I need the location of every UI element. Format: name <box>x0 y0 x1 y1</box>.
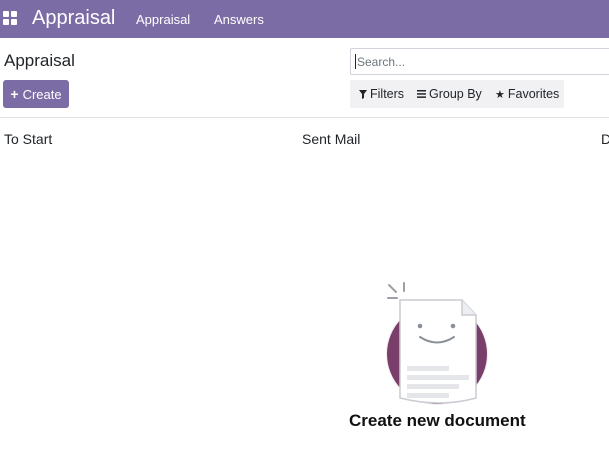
search-options-bar: Filters Group By ★ Favorites <box>350 80 564 108</box>
group-by-label: Group By <box>429 87 482 101</box>
column-title-sent-mail[interactable]: Sent Mail <box>302 131 360 147</box>
sparkle-icon <box>387 282 405 299</box>
search-input[interactable] <box>357 54 597 69</box>
star-icon: ★ <box>495 88 505 101</box>
apps-menu-icon[interactable] <box>3 11 18 26</box>
search-box[interactable] <box>350 48 609 75</box>
filters-dropdown[interactable]: Filters <box>359 87 404 101</box>
create-button-label: Create <box>22 86 62 102</box>
plus-icon: + <box>10 86 19 102</box>
empty-state-message: Create new document <box>349 411 526 430</box>
kanban-column-headers: To Start Sent Mail D <box>0 118 609 158</box>
filters-label: Filters <box>370 87 405 101</box>
menu-item-answers[interactable]: Answers <box>214 12 264 27</box>
app-title[interactable]: Appraisal <box>32 7 115 30</box>
favorites-dropdown[interactable]: ★ Favorites <box>495 87 559 101</box>
menu-item-appraisal[interactable]: Appraisal <box>136 12 190 27</box>
group-by-dropdown[interactable]: Group By <box>417 87 482 101</box>
column-title-to-start[interactable]: To Start <box>4 131 52 147</box>
bars-icon <box>417 90 426 98</box>
filter-icon <box>359 89 367 99</box>
create-button[interactable]: + Create <box>3 80 69 108</box>
breadcrumb: Appraisal <box>4 51 75 70</box>
column-title-partial[interactable]: D <box>601 131 609 147</box>
favorites-label: Favorites <box>507 87 560 101</box>
document-icon <box>399 299 477 404</box>
control-panel: Appraisal + Create Filters Group By ★ Fa… <box>0 38 609 118</box>
text-cursor <box>355 54 356 69</box>
main-navbar: Appraisal Appraisal Answers <box>0 0 609 38</box>
